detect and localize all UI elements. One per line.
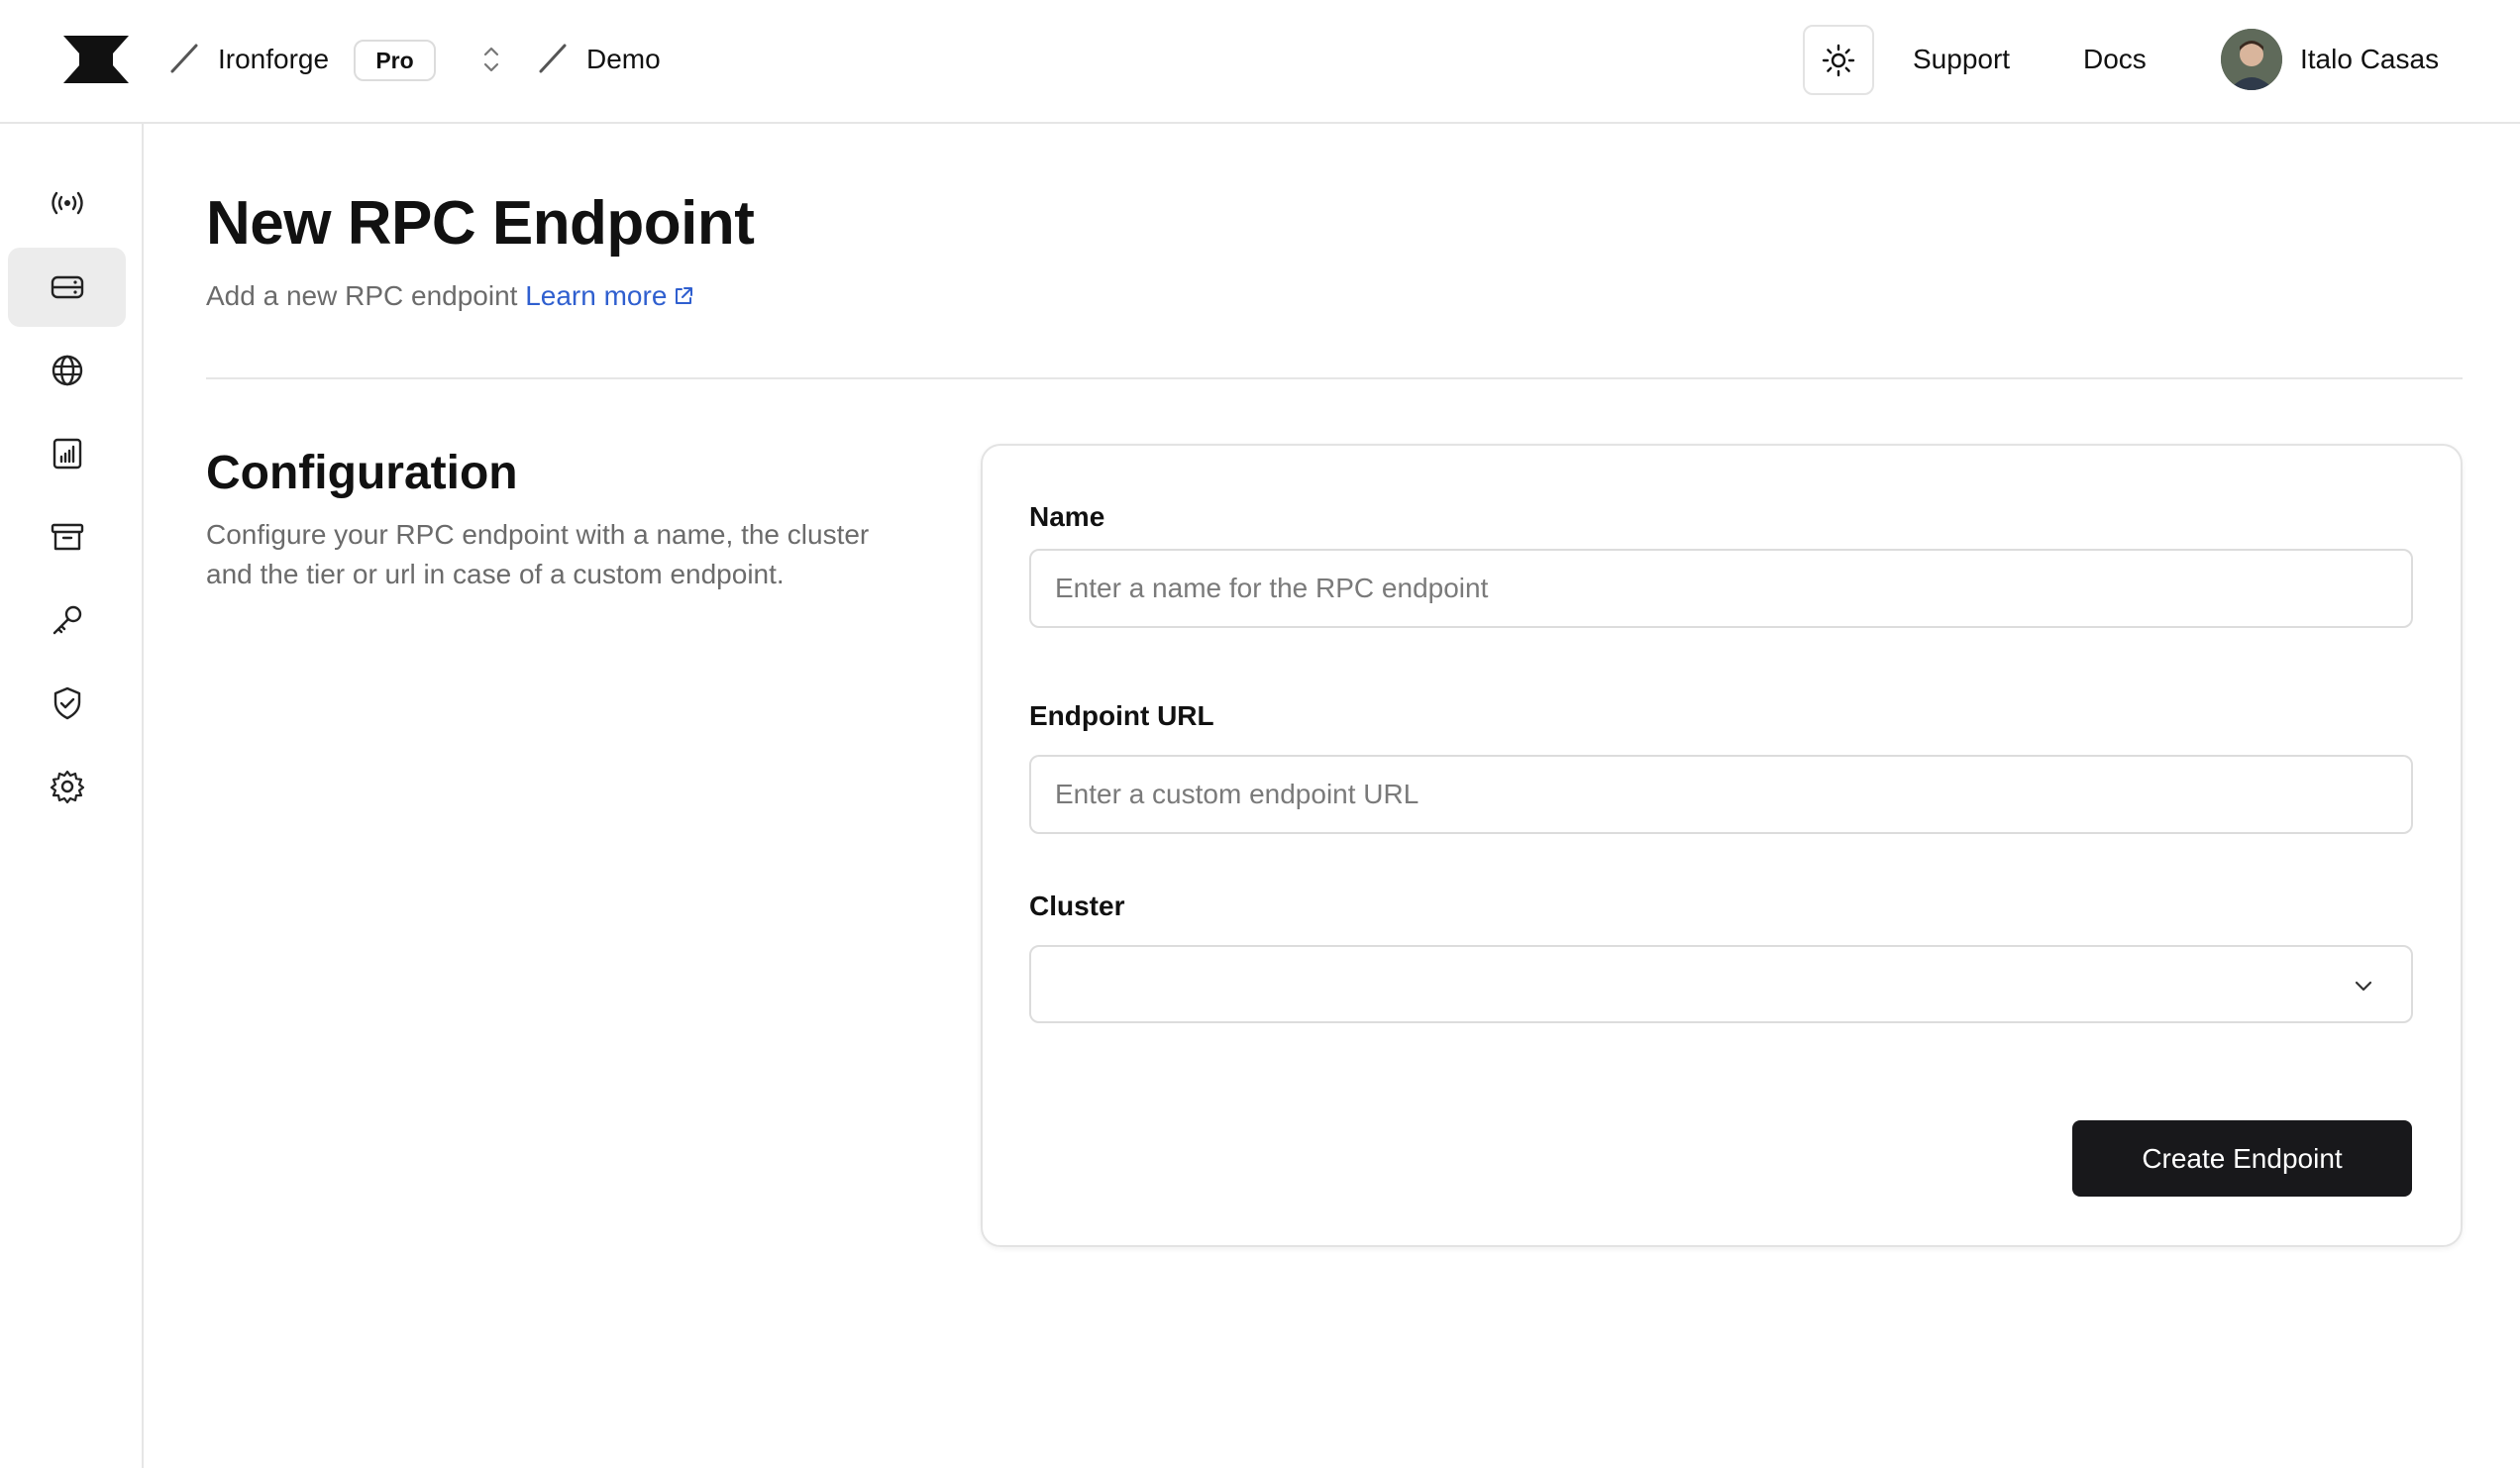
learn-more-link[interactable]: Learn more <box>525 280 694 311</box>
breadcrumb-org[interactable]: Ironforge <box>218 40 329 79</box>
sidebar-item-archive[interactable] <box>8 497 126 577</box>
plan-badge: Pro <box>354 40 436 81</box>
ironforge-logo[interactable] <box>63 36 129 83</box>
section-description: Configure your RPC endpoint with a name,… <box>206 519 870 589</box>
sidebar-item-analytics[interactable] <box>8 414 126 493</box>
analytics-icon <box>52 438 81 470</box>
breadcrumb-separator-icon <box>170 44 198 73</box>
page-title: New RPC Endpoint <box>206 189 755 258</box>
sidebar-item-rpc-endpoints[interactable] <box>8 248 126 327</box>
top-bar: Ironforge Pro Demo Support Docs Italo Ca… <box>0 0 2520 124</box>
theme-toggle-button[interactable] <box>1803 25 1874 95</box>
docs-link[interactable]: Docs <box>2083 40 2147 79</box>
avatar[interactable] <box>2221 29 2282 90</box>
name-input[interactable] <box>1029 549 2413 628</box>
sidebar-item-realtime[interactable] <box>8 163 126 243</box>
external-link-icon <box>676 287 693 304</box>
cluster-label: Cluster <box>1029 891 1125 921</box>
chevron-up-down-icon[interactable] <box>479 44 503 75</box>
broadcast-icon <box>51 191 83 215</box>
archive-icon <box>51 523 83 551</box>
breadcrumb-project[interactable]: Demo <box>586 40 661 79</box>
name-label: Name <box>1029 501 1105 532</box>
gear-icon <box>50 770 84 804</box>
create-endpoint-button[interactable]: Create Endpoint <box>2072 1120 2412 1197</box>
user-name[interactable]: Italo Casas <box>2300 40 2439 79</box>
chevron-down-icon <box>2355 981 2372 992</box>
endpoint-url-input[interactable] <box>1029 755 2413 834</box>
support-link[interactable]: Support <box>1913 40 2010 79</box>
sidebar-item-security[interactable] <box>8 664 126 743</box>
breadcrumb-separator-icon <box>539 44 567 73</box>
header-divider <box>206 377 2463 379</box>
page-subtitle: Add a new RPC endpoint Learn more <box>206 276 694 316</box>
key-icon <box>52 605 81 635</box>
sidebar-item-api-keys[interactable] <box>8 580 126 660</box>
sidebar-item-network[interactable] <box>8 331 126 410</box>
learn-more-label[interactable]: Learn more <box>525 280 667 311</box>
endpoint-url-label: Endpoint URL <box>1029 700 1214 731</box>
shield-check-icon <box>53 686 80 720</box>
page-subtitle-text: Add a new RPC endpoint <box>206 280 518 311</box>
cluster-select[interactable] <box>1029 945 2413 1023</box>
section-title: Configuration <box>206 447 518 499</box>
globe-icon <box>52 355 82 386</box>
server-icon <box>51 275 83 299</box>
sun-icon <box>1822 44 1855 76</box>
sidebar-item-settings[interactable] <box>8 747 126 826</box>
